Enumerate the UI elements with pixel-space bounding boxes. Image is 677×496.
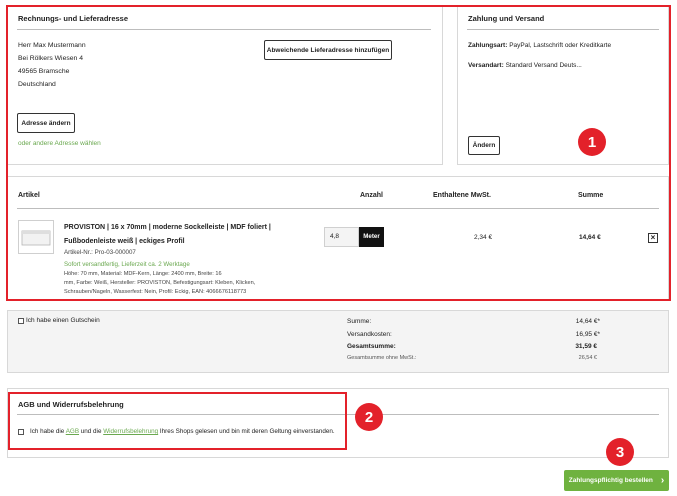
annotation-box-2 bbox=[8, 392, 347, 450]
annotation-box-1 bbox=[6, 5, 671, 301]
annotation-badge-3: 3 bbox=[606, 438, 634, 466]
chevron-right-icon: › bbox=[660, 475, 665, 486]
total-label: Gesamtsumme: bbox=[347, 343, 396, 350]
subtotal-value: 14,64 €* bbox=[575, 318, 600, 325]
total-value: 31,59 € bbox=[575, 343, 597, 350]
annotation-badge-1: 1 bbox=[578, 128, 606, 156]
shipping-cost-label: Versandkosten: bbox=[347, 331, 392, 338]
place-order-label: Zahlungspflichtig bestellen bbox=[568, 477, 653, 484]
voucher-label[interactable]: Ich habe einen Gutschein bbox=[26, 317, 100, 324]
annotation-badge-2: 2 bbox=[355, 403, 383, 431]
shipping-cost-value: 16,95 €* bbox=[575, 331, 600, 338]
place-order-button[interactable]: Zahlungspflichtig bestellen › bbox=[564, 470, 669, 491]
net-total-value: 26,54 € bbox=[578, 355, 597, 361]
subtotal-label: Summe: bbox=[347, 318, 372, 325]
voucher-checkbox[interactable] bbox=[18, 318, 24, 324]
net-total-label: Gesamtsumme ohne MwSt.: bbox=[347, 355, 417, 361]
